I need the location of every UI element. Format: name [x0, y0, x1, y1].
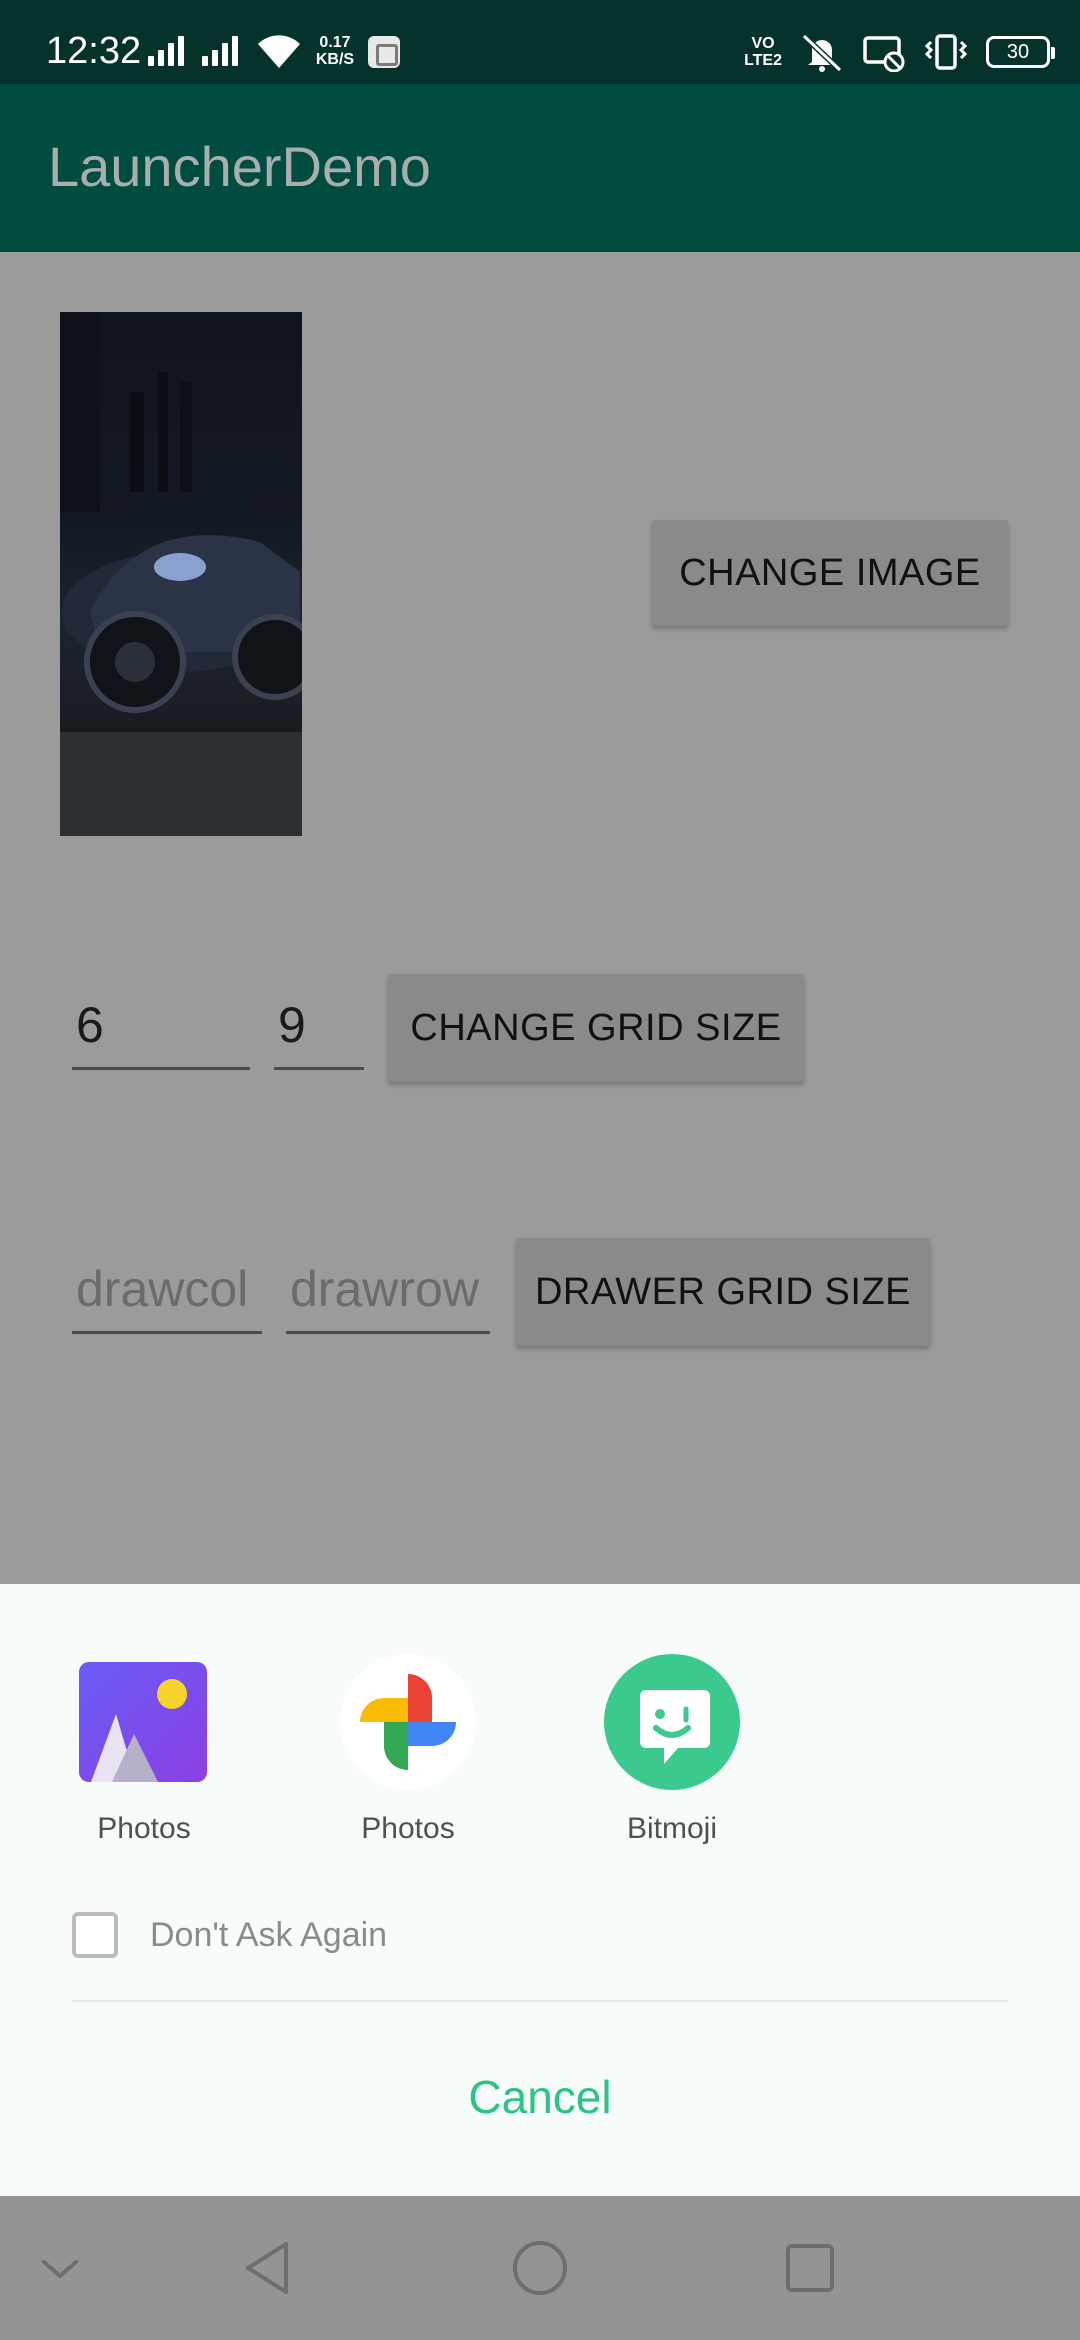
dont-ask-again-row[interactable]: Don't Ask Again	[72, 1912, 387, 1958]
google-photos-icon	[340, 1654, 476, 1790]
vibrate-icon	[924, 34, 968, 70]
app-option-google-photos[interactable]: Photos	[323, 1654, 493, 1846]
status-time: 12:32	[46, 30, 142, 72]
grid-columns-input[interactable]: 6	[72, 996, 250, 1070]
app-bar: LauncherDemo	[0, 84, 1080, 252]
app-option-label: Photos	[97, 1812, 191, 1845]
collapse-icon[interactable]	[28, 2236, 92, 2300]
back-icon[interactable]	[238, 2236, 302, 2300]
dont-ask-again-label: Don't Ask Again	[150, 1915, 388, 1954]
cast-off-icon	[863, 36, 905, 72]
wifi-icon	[258, 35, 300, 68]
change-grid-size-button[interactable]: CHANGE GRID SIZE	[388, 974, 804, 1082]
grid-rows-input[interactable]: 9	[274, 996, 364, 1070]
app-title: LauncherDemo	[48, 135, 431, 198]
drawer-grid-size-button[interactable]: DRAWER GRID SIZE	[516, 1238, 930, 1346]
home-icon[interactable]	[508, 2236, 572, 2300]
app-option-label: Photos	[361, 1812, 455, 1845]
volte-icon: VO LTE2	[744, 35, 782, 69]
signal-icon	[202, 34, 246, 66]
navigation-bar	[0, 2196, 1080, 2340]
drawer-rows-input[interactable]: drawrow	[286, 1260, 490, 1334]
app-option-label: Bitmoji	[626, 1812, 717, 1845]
cancel-button[interactable]: Cancel	[340, 2054, 740, 2140]
app-option-photos-gallery[interactable]: Photos	[59, 1654, 229, 1846]
gallery-photos-icon	[76, 1654, 212, 1790]
main-content: CHANGE IMAGE 6 9 CHANGE GRID SIZE drawco…	[0, 252, 1080, 1584]
change-image-button[interactable]: CHANGE IMAGE	[652, 520, 1008, 626]
drawer-columns-input[interactable]: drawcol	[72, 1260, 262, 1334]
app-chooser-sheet: Photos Photos Bitmoji Don't Ask Again Ca…	[0, 1584, 1080, 2196]
network-speed: 0.17 KB/S	[315, 34, 355, 68]
bitmoji-icon	[604, 1654, 740, 1790]
status-bar: 12:32 0.17 KB/S VO LTE2 30	[0, 0, 1080, 84]
recents-icon[interactable]	[778, 2236, 842, 2300]
divider	[72, 2000, 1008, 2002]
mute-icon	[801, 33, 843, 72]
battery-icon: 30	[986, 36, 1055, 68]
app-option-bitmoji[interactable]: Bitmoji	[587, 1654, 757, 1846]
signal-icon	[148, 34, 192, 66]
dont-ask-again-checkbox[interactable]	[72, 1912, 118, 1958]
app-notification-icon	[368, 36, 400, 68]
status-icons-right: VO LTE2 30	[744, 30, 1055, 74]
wallpaper-preview-image	[60, 312, 302, 836]
